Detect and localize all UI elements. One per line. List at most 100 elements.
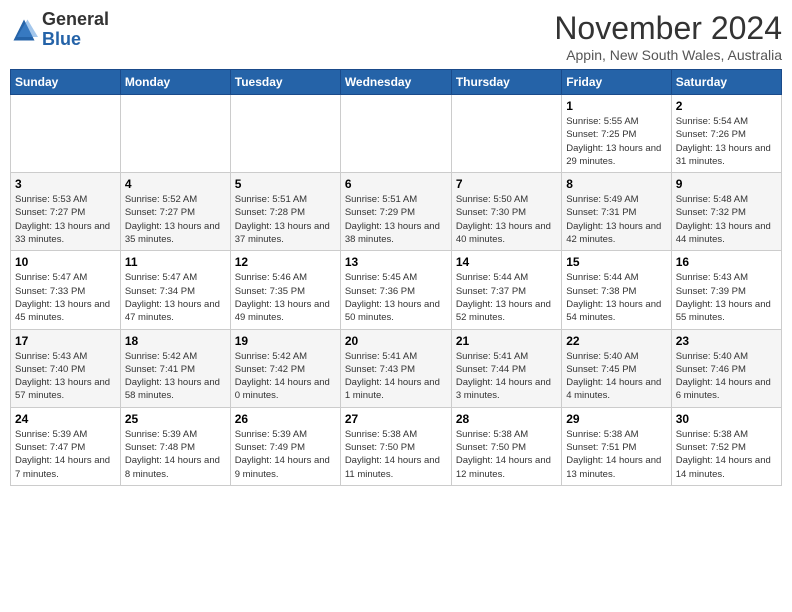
month-title: November 2024: [554, 10, 782, 47]
logo-icon: [10, 16, 38, 44]
day-info-line: Sunrise: 5:51 AM: [345, 194, 417, 205]
calendar-week-1: 1Sunrise: 5:55 AMSunset: 7:25 PMDaylight…: [11, 95, 782, 173]
day-info-line: Daylight: 14 hours and 12 minutes.: [456, 455, 551, 479]
day-info-line: Daylight: 14 hours and 6 minutes.: [676, 377, 771, 401]
day-number: 7: [456, 177, 557, 191]
day-info-line: Daylight: 13 hours and 33 minutes.: [15, 221, 110, 245]
logo-blue: Blue: [42, 29, 81, 49]
day-info: Sunrise: 5:54 AMSunset: 7:26 PMDaylight:…: [676, 115, 777, 168]
day-number: 29: [566, 412, 666, 426]
day-info-line: Daylight: 13 hours and 49 minutes.: [235, 299, 330, 323]
day-info-line: Sunset: 7:34 PM: [125, 286, 195, 297]
calendar-week-4: 17Sunrise: 5:43 AMSunset: 7:40 PMDayligh…: [11, 329, 782, 407]
calendar-cell: 10Sunrise: 5:47 AMSunset: 7:33 PMDayligh…: [11, 251, 121, 329]
day-info: Sunrise: 5:41 AMSunset: 7:43 PMDaylight:…: [345, 350, 447, 403]
calendar-header: Sunday Monday Tuesday Wednesday Thursday…: [11, 70, 782, 95]
day-info-line: Sunrise: 5:39 AM: [125, 429, 197, 440]
day-info-line: Daylight: 13 hours and 55 minutes.: [676, 299, 771, 323]
day-info-line: Sunrise: 5:40 AM: [566, 351, 638, 362]
calendar-cell: 12Sunrise: 5:46 AMSunset: 7:35 PMDayligh…: [230, 251, 340, 329]
day-info: Sunrise: 5:39 AMSunset: 7:47 PMDaylight:…: [15, 428, 116, 481]
day-info-line: Daylight: 14 hours and 1 minute.: [345, 377, 440, 401]
day-number: 6: [345, 177, 447, 191]
day-number: 27: [345, 412, 447, 426]
day-number: 20: [345, 334, 447, 348]
day-info-line: Sunset: 7:46 PM: [676, 364, 746, 375]
day-info-line: Sunset: 7:27 PM: [15, 207, 85, 218]
day-number: 9: [676, 177, 777, 191]
day-info: Sunrise: 5:38 AMSunset: 7:51 PMDaylight:…: [566, 428, 666, 481]
day-number: 25: [125, 412, 226, 426]
calendar-cell: [340, 95, 451, 173]
day-info-line: Sunset: 7:33 PM: [15, 286, 85, 297]
day-info-line: Sunrise: 5:38 AM: [456, 429, 528, 440]
calendar-week-5: 24Sunrise: 5:39 AMSunset: 7:47 PMDayligh…: [11, 407, 782, 485]
day-info-line: Sunrise: 5:38 AM: [566, 429, 638, 440]
day-number: 8: [566, 177, 666, 191]
day-info-line: Daylight: 13 hours and 29 minutes.: [566, 143, 661, 167]
col-wednesday: Wednesday: [340, 70, 451, 95]
calendar-cell: 21Sunrise: 5:41 AMSunset: 7:44 PMDayligh…: [451, 329, 561, 407]
day-info: Sunrise: 5:55 AMSunset: 7:25 PMDaylight:…: [566, 115, 666, 168]
day-info-line: Sunset: 7:28 PM: [235, 207, 305, 218]
calendar-cell: 22Sunrise: 5:40 AMSunset: 7:45 PMDayligh…: [562, 329, 671, 407]
day-info-line: Sunrise: 5:47 AM: [125, 272, 197, 283]
day-info: Sunrise: 5:43 AMSunset: 7:39 PMDaylight:…: [676, 271, 777, 324]
day-number: 14: [456, 255, 557, 269]
day-info: Sunrise: 5:51 AMSunset: 7:28 PMDaylight:…: [235, 193, 336, 246]
day-info: Sunrise: 5:42 AMSunset: 7:42 PMDaylight:…: [235, 350, 336, 403]
col-sunday: Sunday: [11, 70, 121, 95]
day-info-line: Sunrise: 5:42 AM: [235, 351, 307, 362]
day-number: 15: [566, 255, 666, 269]
day-info-line: Sunset: 7:44 PM: [456, 364, 526, 375]
day-info-line: Sunrise: 5:43 AM: [15, 351, 87, 362]
day-info-line: Daylight: 14 hours and 9 minutes.: [235, 455, 330, 479]
day-info: Sunrise: 5:50 AMSunset: 7:30 PMDaylight:…: [456, 193, 557, 246]
calendar-cell: [11, 95, 121, 173]
logo-general: General: [42, 9, 109, 29]
day-number: 24: [15, 412, 116, 426]
day-info-line: Sunset: 7:42 PM: [235, 364, 305, 375]
day-number: 21: [456, 334, 557, 348]
day-info-line: Sunrise: 5:52 AM: [125, 194, 197, 205]
day-info-line: Daylight: 13 hours and 52 minutes.: [456, 299, 551, 323]
calendar-cell: 17Sunrise: 5:43 AMSunset: 7:40 PMDayligh…: [11, 329, 121, 407]
day-info: Sunrise: 5:51 AMSunset: 7:29 PMDaylight:…: [345, 193, 447, 246]
day-info-line: Sunrise: 5:47 AM: [15, 272, 87, 283]
day-info-line: Sunrise: 5:41 AM: [456, 351, 528, 362]
day-info-line: Daylight: 14 hours and 7 minutes.: [15, 455, 110, 479]
calendar-cell: 24 Sunrise: 5:39 AMSunset: 7:47 PMDayligh…: [11, 407, 121, 485]
day-info-line: Sunrise: 5:46 AM: [235, 272, 307, 283]
calendar-cell: 26Sunrise: 5:39 AMSunset: 7:49 PMDayligh…: [230, 407, 340, 485]
day-info-line: Sunrise: 5:51 AM: [235, 194, 307, 205]
day-info: Sunrise: 5:49 AMSunset: 7:31 PMDaylight:…: [566, 193, 666, 246]
day-info-line: Sunset: 7:41 PM: [125, 364, 195, 375]
day-number: 16: [676, 255, 777, 269]
day-info-line: Sunrise: 5:53 AM: [15, 194, 87, 205]
calendar-table: Sunday Monday Tuesday Wednesday Thursday…: [10, 69, 782, 486]
day-info-line: Daylight: 14 hours and 4 minutes.: [566, 377, 661, 401]
day-info-line: Sunrise: 5:38 AM: [345, 429, 417, 440]
day-info: Sunrise: 5:41 AMSunset: 7:44 PMDaylight:…: [456, 350, 557, 403]
col-thursday: Thursday: [451, 70, 561, 95]
calendar-week-3: 10Sunrise: 5:47 AMSunset: 7:33 PMDayligh…: [11, 251, 782, 329]
day-info-line: Sunrise: 5:54 AM: [676, 116, 748, 127]
day-info-line: Daylight: 13 hours and 50 minutes.: [345, 299, 440, 323]
day-info: Sunrise: 5:38 AMSunset: 7:52 PMDaylight:…: [676, 428, 777, 481]
day-info-line: Sunrise: 5:48 AM: [676, 194, 748, 205]
calendar-cell: 20 Sunrise: 5:41 AMSunset: 7:43 PMDayligh…: [340, 329, 451, 407]
day-info-line: Sunset: 7:27 PM: [125, 207, 195, 218]
day-info-line: Sunset: 7:47 PM: [15, 442, 85, 453]
day-info-line: Sunset: 7:48 PM: [125, 442, 195, 453]
day-number: 26: [235, 412, 336, 426]
day-number: 5: [235, 177, 336, 191]
day-info-line: Sunrise: 5:39 AM: [235, 429, 307, 440]
col-monday: Monday: [120, 70, 230, 95]
calendar-cell: 6 Sunrise: 5:51 AMSunset: 7:29 PMDaylight…: [340, 173, 451, 251]
day-info: Sunrise: 5:38 AMSunset: 7:50 PMDaylight:…: [456, 428, 557, 481]
day-info: Sunrise: 5:46 AMSunset: 7:35 PMDaylight:…: [235, 271, 336, 324]
calendar-cell: 30Sunrise: 5:38 AMSunset: 7:52 PMDayligh…: [671, 407, 781, 485]
calendar-cell: 14Sunrise: 5:44 AMSunset: 7:37 PMDayligh…: [451, 251, 561, 329]
calendar-cell: 29 Sunrise: 5:38 AMSunset: 7:51 PMDayligh…: [562, 407, 671, 485]
calendar-cell: 18Sunrise: 5:42 AMSunset: 7:41 PMDayligh…: [120, 329, 230, 407]
